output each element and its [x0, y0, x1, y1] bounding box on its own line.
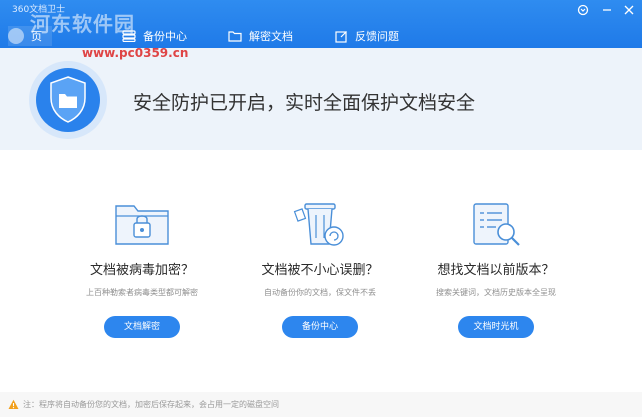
- tab-home[interactable]: 页: [8, 26, 52, 46]
- card-description: 搜索关键词，文档历史版本全呈现: [436, 288, 556, 297]
- title-bar: 360文档卫士 河东软件园 页 备份中心 解密文档 反馈问题: [0, 0, 642, 48]
- folder-icon: [228, 31, 242, 42]
- tab-feedback-label: 反馈问题: [355, 30, 399, 43]
- decrypt-docs-button[interactable]: 文档解密: [104, 316, 180, 338]
- edit-icon: [335, 30, 347, 43]
- tab-feedback[interactable]: 反馈问题: [335, 26, 399, 46]
- minimize-icon: [603, 9, 611, 11]
- minimize-button[interactable]: [598, 2, 616, 18]
- footer-note: 注：程序将自动备份您的文档，加密后保存起来，会占用一定的磁盘空间: [23, 400, 279, 409]
- protection-banner: 安全防护已开启，实时全面保护文档安全: [0, 48, 642, 150]
- card-title: 文档被不小心误删？: [261, 263, 379, 278]
- protection-status-text: 安全防护已开启，实时全面保护文档安全: [133, 92, 476, 114]
- tab-backup-label: 备份中心: [143, 30, 187, 43]
- recycle-bin-icon: [293, 203, 344, 246]
- document-search-icon: [473, 203, 520, 246]
- menu-icon: [577, 4, 589, 16]
- tab-decrypt-docs[interactable]: 解密文档: [228, 26, 293, 46]
- backup-center-button[interactable]: 备份中心: [282, 316, 358, 338]
- watermark-url: www.pc0359.cn: [82, 46, 189, 60]
- feature-card-history: 想找文档以前版本？ 搜索关键词，文档历史版本全呈现 文档时光机: [418, 196, 574, 338]
- footer-bar: 注：程序将自动备份您的文档，加密后保存起来，会占用一定的磁盘空间: [0, 392, 642, 417]
- app-window: 360文档卫士 河东软件园 页 备份中心 解密文档 反馈问题 www.pc035…: [0, 0, 642, 417]
- encrypted-folder-icon: [115, 205, 169, 245]
- home-icon: [8, 28, 24, 44]
- feature-card-decrypt: 文档被病毒加密？ 上百种勒索者病毒类型都可解密 文档解密: [64, 196, 220, 338]
- card-title: 想找文档以前版本？: [437, 263, 555, 278]
- close-button[interactable]: [620, 2, 638, 18]
- backup-icon: [122, 30, 136, 42]
- card-description: 上百种勒索者病毒类型都可解密: [86, 288, 198, 297]
- doc-time-machine-button[interactable]: 文档时光机: [458, 316, 534, 338]
- menu-button[interactable]: [574, 2, 592, 18]
- tab-backup-center[interactable]: 备份中心: [122, 26, 187, 46]
- close-icon: [624, 5, 634, 15]
- tab-decrypt-label: 解密文档: [249, 30, 293, 43]
- shield-folder-icon: [29, 61, 107, 139]
- card-description: 自动备份你的文档，保文件不丢: [264, 288, 376, 297]
- feature-card-backup: 文档被不小心误删？ 自动备份你的文档，保文件不丢 备份中心: [242, 196, 398, 338]
- card-title: 文档被病毒加密？: [89, 263, 194, 278]
- tab-home-label: 页: [31, 30, 42, 43]
- warning-icon: [8, 399, 19, 409]
